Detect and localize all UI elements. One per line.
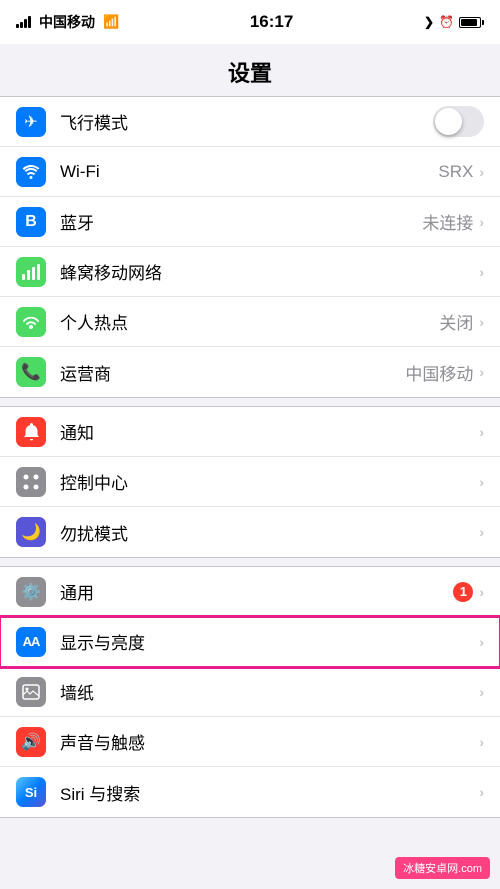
siri-label: Siri 与搜索: [60, 780, 479, 805]
airplane-label: 飞行模式: [60, 109, 433, 134]
location-icon: ❯: [424, 15, 434, 29]
alarm-icon: ⏰: [439, 15, 454, 29]
notifications-chevron: ›: [479, 424, 484, 440]
carrier-label: 中国移动: [39, 12, 95, 32]
notifications-label: 通知: [60, 419, 479, 444]
hotspot-row[interactable]: 个人热点 关闭 ›: [0, 297, 500, 347]
display-label: 显示与亮度: [60, 629, 479, 654]
cellular-icon: [16, 257, 46, 287]
cellular-chevron: ›: [479, 264, 484, 280]
wifi-row[interactable]: Wi-Fi SRX ›: [0, 147, 500, 197]
dnd-chevron: ›: [479, 524, 484, 540]
bluetooth-icon: B: [16, 207, 46, 237]
network-group: ✈ 飞行模式 Wi-Fi SRX › B 蓝牙 未连接 ›: [0, 96, 500, 398]
page-title: 设置: [0, 44, 500, 96]
hotspot-label: 个人热点: [60, 309, 439, 334]
general-row[interactable]: ⚙️ 通用 1 ›: [0, 567, 500, 617]
status-right: ❯ ⏰: [424, 15, 484, 29]
siri-row[interactable]: Si Siri 与搜索 ›: [0, 767, 500, 817]
carrier-icon: 📞: [16, 357, 46, 387]
control-center-icon: [16, 467, 46, 497]
wallpaper-icon: [16, 677, 46, 707]
dnd-label: 勿扰模式: [60, 520, 479, 545]
cellular-label: 蜂窝移动网络: [60, 259, 479, 284]
airplane-row[interactable]: ✈ 飞行模式: [0, 97, 500, 147]
display-row[interactable]: AA 显示与亮度 ›: [0, 617, 500, 667]
general-badge: 1: [453, 582, 473, 602]
wallpaper-chevron: ›: [479, 684, 484, 700]
carrier-row[interactable]: 📞 运营商 中国移动 ›: [0, 347, 500, 397]
status-time: 16:17: [250, 12, 293, 32]
status-left: 中国移动 📶: [16, 12, 119, 32]
airplane-icon: ✈: [16, 107, 46, 137]
wallpaper-label: 墙纸: [60, 679, 479, 704]
hotspot-chevron: ›: [479, 314, 484, 330]
notifications-icon: [16, 417, 46, 447]
sounds-chevron: ›: [479, 734, 484, 750]
siri-icon: Si: [16, 777, 46, 807]
carrier-value: 中国移动: [405, 360, 473, 385]
general-group: ⚙️ 通用 1 › AA 显示与亮度 › 墙纸 › 🔊 声音与触感 › Si S…: [0, 566, 500, 818]
wifi-status-icon: 📶: [103, 14, 119, 30]
bluetooth-label: 蓝牙: [60, 209, 422, 234]
status-bar: 中国移动 📶 16:17 ❯ ⏰: [0, 0, 500, 44]
control-center-chevron: ›: [479, 474, 484, 490]
wifi-label: Wi-Fi: [60, 162, 438, 182]
airplane-toggle[interactable]: [433, 106, 484, 137]
notifications-row[interactable]: 通知 ›: [0, 407, 500, 457]
general-chevron: ›: [479, 584, 484, 600]
general-label: 通用: [60, 579, 453, 604]
carrier-label: 运营商: [60, 360, 405, 385]
signal-icon: [16, 16, 31, 28]
wifi-value: SRX: [438, 162, 473, 182]
display-chevron: ›: [479, 634, 484, 650]
siri-chevron: ›: [479, 784, 484, 800]
wifi-icon: [16, 157, 46, 187]
sounds-row[interactable]: 🔊 声音与触感 ›: [0, 717, 500, 767]
general-icon: ⚙️: [16, 577, 46, 607]
dnd-row[interactable]: 🌙 勿扰模式 ›: [0, 507, 500, 557]
dnd-icon: 🌙: [16, 517, 46, 547]
bluetooth-row[interactable]: B 蓝牙 未连接 ›: [0, 197, 500, 247]
sounds-icon: 🔊: [16, 727, 46, 757]
bluetooth-chevron: ›: [479, 214, 484, 230]
control-center-label: 控制中心: [60, 469, 479, 494]
bluetooth-value: 未连接: [422, 209, 473, 234]
hotspot-value: 关闭: [439, 309, 473, 334]
cellular-row[interactable]: 蜂窝移动网络 ›: [0, 247, 500, 297]
notifications-group: 通知 › 控制中心 › 🌙 勿扰模式 ›: [0, 406, 500, 558]
watermark: 冰糖安卓网.com: [395, 857, 490, 879]
hotspot-icon: [16, 307, 46, 337]
display-icon: AA: [16, 627, 46, 657]
battery-icon: [459, 17, 484, 28]
control-center-row[interactable]: 控制中心 ›: [0, 457, 500, 507]
sounds-label: 声音与触感: [60, 729, 479, 754]
wallpaper-row[interactable]: 墙纸 ›: [0, 667, 500, 717]
carrier-chevron: ›: [479, 364, 484, 380]
wifi-chevron: ›: [479, 164, 484, 180]
